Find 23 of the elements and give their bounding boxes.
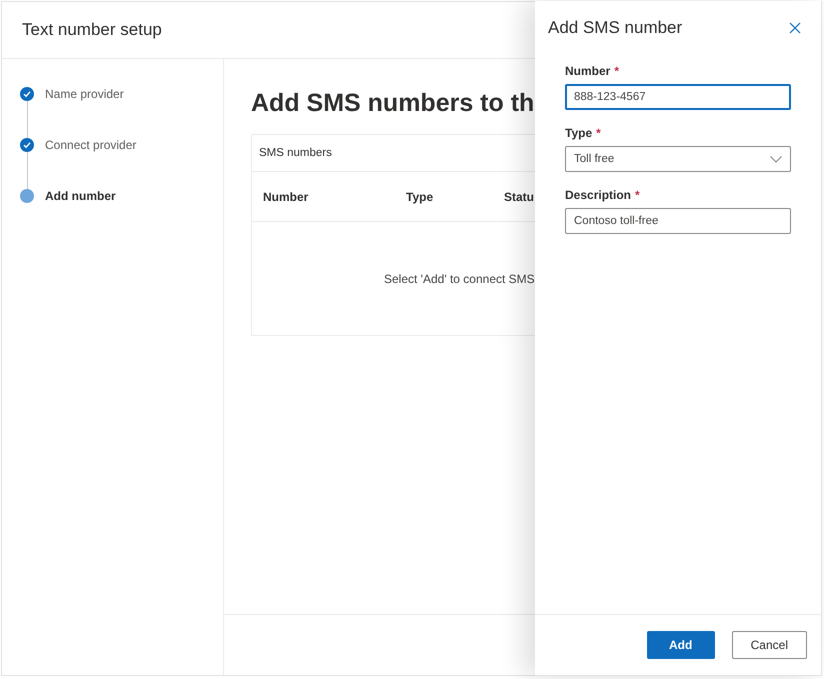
required-mark: * [635, 188, 640, 202]
column-header: Statu [504, 190, 534, 204]
required-mark: * [596, 126, 601, 140]
chevron-down-icon [770, 156, 782, 162]
input-field[interactable]: 888-123-4567 [565, 84, 791, 110]
step-label[interactable]: Name provider [45, 87, 124, 101]
dropdown[interactable]: Toll free [565, 146, 791, 172]
window-title: Text number setup [22, 20, 162, 40]
page-heading: Add SMS numbers to th [251, 89, 534, 118]
step-label[interactable]: Add number [45, 189, 116, 203]
empty-message: Select 'Add' to connect SMS [383, 270, 536, 288]
field-label: Type [565, 126, 592, 140]
field-label: Description [565, 188, 632, 202]
input-field[interactable]: Contoso toll-free [565, 208, 791, 234]
cancel-button[interactable]: Cancel [732, 631, 807, 659]
required-mark: * [614, 64, 620, 78]
panel-title: Add SMS number [548, 18, 682, 38]
column-header: Number [263, 190, 308, 204]
add-button[interactable]: Add [646, 631, 715, 659]
close-icon[interactable] [789, 22, 801, 34]
field-label: Number [565, 64, 610, 78]
step-label[interactable]: Connect provider [45, 138, 136, 152]
column-header: Type [406, 190, 434, 204]
